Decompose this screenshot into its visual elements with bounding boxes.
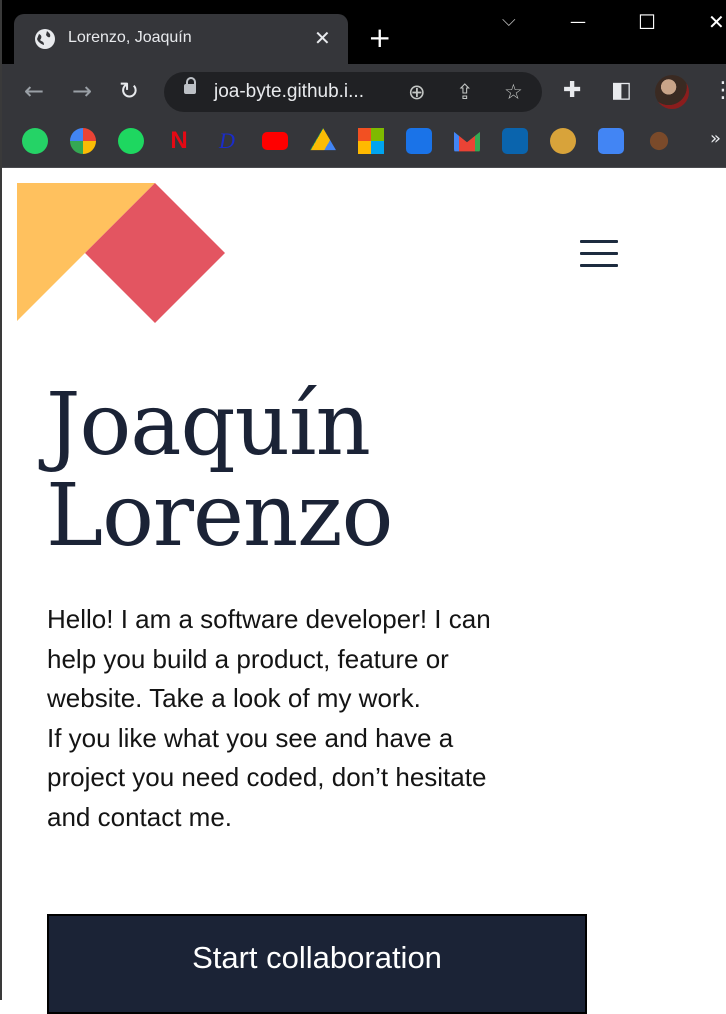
spotify-icon[interactable] — [118, 128, 144, 154]
tab-search-icon[interactable]: ⌵ — [502, 10, 516, 31]
intro-line: Hello! I am a software developer! I can — [47, 604, 491, 634]
close-window-button[interactable]: ✕ — [708, 10, 725, 34]
google-translate-icon[interactable] — [598, 128, 624, 154]
disney-plus-icon[interactable]: D — [214, 128, 240, 154]
bookmark-misc-icon[interactable] — [649, 131, 669, 151]
url-text[interactable]: joa-byte.github.i... — [214, 81, 364, 103]
address-bar[interactable]: joa-byte.github.i... ⊕ ⇪ ☆ — [164, 72, 542, 112]
hero-last-name: Lorenzo — [46, 466, 393, 566]
microsoft-icon[interactable] — [358, 128, 384, 154]
google-icon[interactable] — [70, 128, 96, 154]
bookmarks-bar: N D » — [0, 120, 726, 168]
intro-line: project you need coded, don’t hesitate — [47, 762, 487, 792]
tab-title: Lorenzo, Joaquín — [68, 29, 192, 46]
bookmark-avatar-icon[interactable] — [550, 128, 576, 154]
side-panel-icon[interactable]: ◧ — [611, 78, 632, 104]
start-collaboration-button[interactable]: Start collaboration — [47, 914, 587, 1014]
share-icon[interactable]: ⇪ — [456, 80, 474, 104]
youtube-icon[interactable] — [262, 132, 288, 150]
globe-icon — [35, 29, 55, 49]
google-contacts-icon[interactable] — [406, 128, 432, 154]
maximize-button[interactable]: ☐ — [638, 10, 656, 34]
gmail-icon[interactable] — [454, 131, 480, 152]
intro-line: help you build a product, feature or — [47, 643, 449, 674]
outlook-icon[interactable] — [502, 128, 528, 154]
whatsapp-icon[interactable] — [22, 128, 48, 154]
browser-toolbar: ← → ↻ joa-byte.github.i... ⊕ ⇪ ☆ ✚ ◧ ⋮ — [0, 64, 726, 120]
hero-first-name: Joaquín — [46, 375, 371, 475]
extensions-puzzle-icon[interactable]: ✚ — [563, 78, 581, 104]
close-tab-icon[interactable]: ✕ — [314, 26, 331, 50]
intro-line: and contact me. — [47, 801, 232, 832]
reload-icon[interactable]: ↻ — [119, 78, 139, 104]
web-page: Joaquín Lorenzo Hello! I am a software d… — [2, 168, 726, 1014]
lock-icon[interactable] — [184, 77, 196, 94]
netflix-icon[interactable]: N — [166, 128, 192, 154]
bookmarks-overflow-icon[interactable]: » — [710, 128, 721, 149]
intro-line: website. Take a look of my work. — [47, 683, 421, 713]
site-logo[interactable] — [17, 183, 227, 323]
browser-tab[interactable]: Lorenzo, Joaquín ✕ — [14, 14, 348, 66]
browser-title-bar: Lorenzo, Joaquín ✕ + ⌵ — ☐ ✕ — [0, 0, 726, 66]
hamburger-menu-icon[interactable] — [580, 240, 618, 268]
hero-name: Joaquín Lorenzo — [46, 375, 393, 566]
back-arrow-icon[interactable]: ← — [24, 78, 44, 104]
menu-kebab-icon[interactable]: ⋮ — [712, 78, 726, 104]
bookmark-star-icon[interactable]: ☆ — [504, 80, 523, 104]
profile-avatar[interactable] — [655, 75, 689, 109]
google-drive-icon[interactable] — [310, 128, 336, 151]
forward-arrow-icon[interactable]: → — [72, 78, 92, 104]
minimize-button[interactable]: — — [570, 12, 586, 31]
intro-line: If you like what you see and have a — [47, 722, 454, 753]
zoom-icon[interactable]: ⊕ — [408, 80, 426, 104]
window-border — [0, 0, 2, 1000]
new-tab-button[interactable]: + — [368, 24, 391, 52]
intro-paragraph: Hello! I am a software developer! I can … — [47, 600, 567, 837]
